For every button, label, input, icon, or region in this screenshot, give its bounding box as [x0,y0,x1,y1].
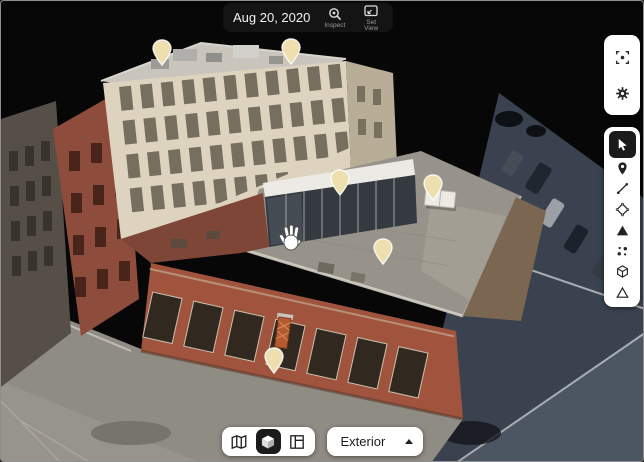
map-pin[interactable] [150,38,174,68]
tool-measure-volume[interactable] [609,220,636,241]
map-pin[interactable] [262,346,286,376]
diamond-outline-icon [615,202,630,217]
set-view-button[interactable]: Set View [359,3,383,33]
map-pin[interactable] [371,237,395,267]
map-pin[interactable] [328,168,352,198]
settings-gear-icon [614,85,631,102]
inspect-button[interactable]: Inspect [324,6,345,30]
cursor-arrow-icon [615,137,630,152]
view-options-panel [604,35,640,115]
pin-layer [1,1,643,461]
inspect-label: Inspect [324,23,345,30]
date-label: Aug 20, 2020 [233,10,310,25]
set-view-label: Set View [359,20,383,33]
cube-wireframe-icon [615,264,630,279]
dots-icon [615,244,630,259]
tool-point-cloud[interactable] [609,241,636,262]
floorplan-view-button[interactable] [285,429,310,454]
magnifier-inspect-icon [327,6,343,22]
tool-slope-angle[interactable] [609,282,636,303]
viewer-window: Aug 20, 2020 Inspect Set View [0,0,644,462]
map-pin[interactable] [279,37,303,67]
map-view-button[interactable] [227,429,252,454]
map-pin[interactable] [421,173,445,203]
3d-view-button[interactable] [256,429,281,454]
measure-line-icon [615,181,630,196]
tool-select-cursor[interactable] [609,131,636,158]
bottom-toolbar: Exterior [1,427,643,456]
floorplan-icon [288,433,306,451]
view-mode-switcher [222,427,315,456]
level-dropdown-value: Exterior [341,434,386,449]
set-view-screen-icon [363,3,379,19]
focus-target-icon [614,49,631,66]
triangle-outline-icon [615,285,630,300]
tool-place-pin[interactable] [609,158,636,179]
tool-measure-distance[interactable] [609,178,636,199]
level-dropdown[interactable]: Exterior [327,427,423,456]
tool-bounding-box[interactable] [609,262,636,283]
measure-tools-panel [604,127,640,307]
settings-button[interactable] [609,80,636,107]
map-icon [230,433,248,451]
focus-button[interactable] [609,44,636,71]
caret-up-icon [405,439,413,444]
tool-measure-area[interactable] [609,199,636,220]
top-toolbar: Aug 20, 2020 Inspect Set View [223,3,393,32]
filled-triangle-icon [615,223,630,238]
cube-icon [259,433,277,451]
location-pin-icon [615,161,630,176]
